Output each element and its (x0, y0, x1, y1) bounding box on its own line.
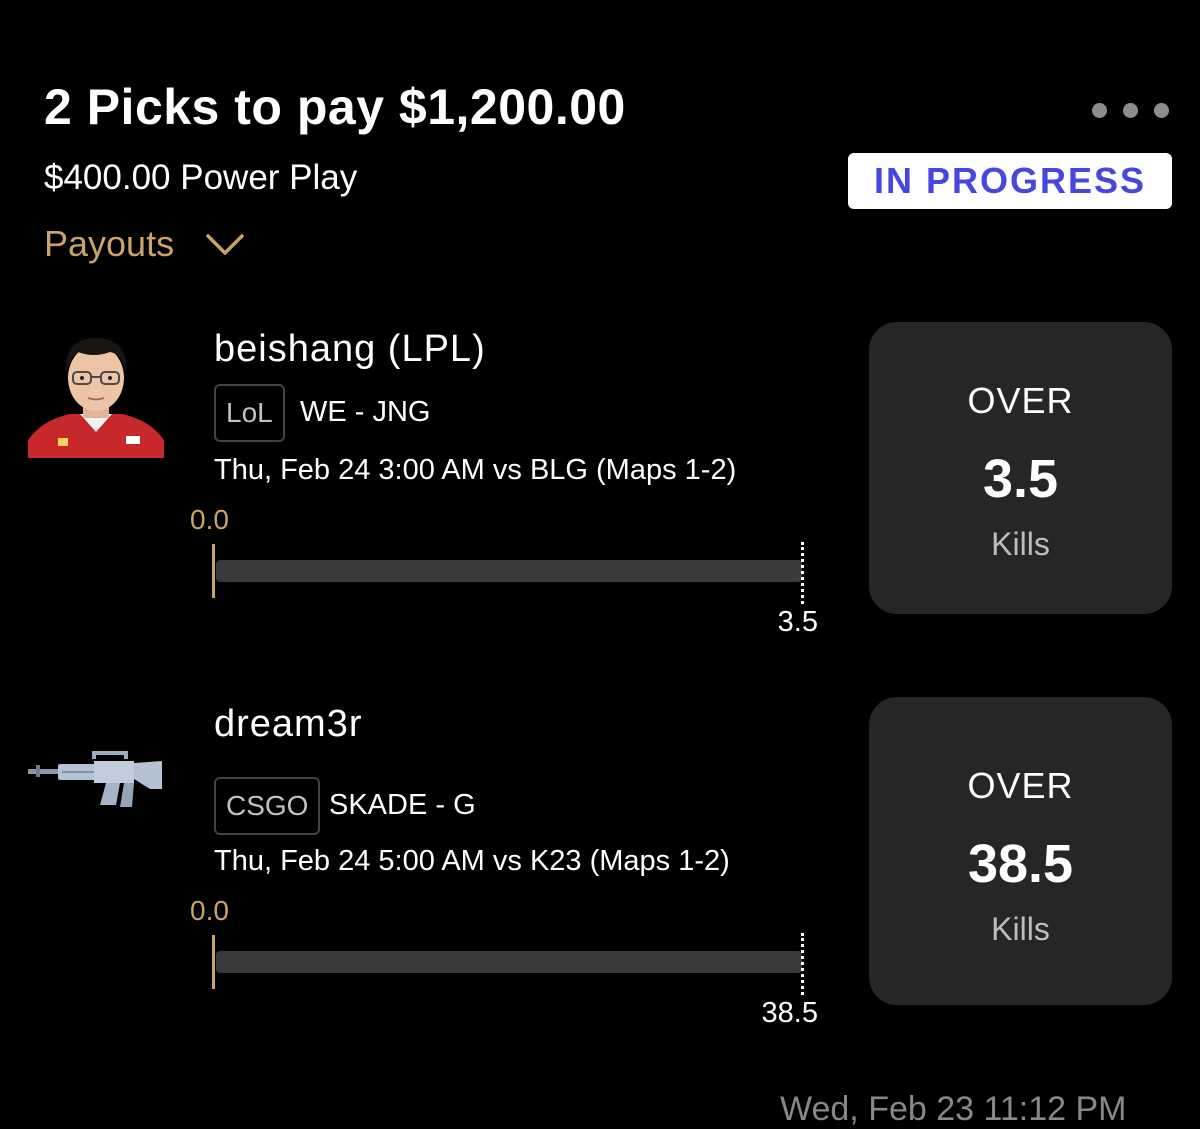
progress-target-value: 38.5 (761, 997, 818, 1029)
progress-track (216, 951, 802, 973)
payouts-label: Payouts (44, 223, 175, 264)
projection-direction: OVER (967, 765, 1074, 806)
projection-card: OVER 38.5 Kills (869, 697, 1172, 1005)
progress-track (216, 560, 802, 582)
entry-subtitle: $400.00 Power Play (44, 158, 358, 197)
match-info: Thu, Feb 24 3:00 AM vs BLG (Maps 1-2) (214, 454, 737, 486)
status-badge: IN PROGRESS (848, 153, 1172, 209)
target-marker (801, 542, 804, 604)
pick-card[interactable]: beishang (LPL) LoL WE - JNG Thu, Feb 24 … (0, 322, 1200, 662)
more-dot-icon (1154, 103, 1169, 118)
projection-stat: Kills (991, 911, 1050, 947)
progress-target-value: 3.5 (777, 606, 818, 638)
more-options-button[interactable] (1086, 100, 1176, 120)
progress-current-value: 0.0 (190, 504, 229, 535)
projection-stat: Kills (991, 526, 1050, 562)
rifle-icon (28, 747, 164, 817)
team-position: WE - JNG (300, 396, 431, 428)
player-name: beishang (LPL) (214, 328, 486, 370)
more-dot-icon (1123, 103, 1138, 118)
payouts-toggle[interactable]: Payouts (44, 218, 246, 270)
projection-line: 38.5 (967, 834, 1074, 894)
player-name: dream3r (214, 703, 363, 745)
game-badge: LoL (214, 384, 285, 442)
projection-line: 3.5 (982, 449, 1059, 509)
entry-title: 2 Picks to pay $1,200.00 (44, 79, 626, 135)
target-marker (801, 933, 804, 995)
projection-card: OVER 3.5 Kills (869, 322, 1172, 614)
player-avatar (28, 328, 164, 458)
team-position: SKADE - G (329, 789, 476, 821)
chevron-down-icon (206, 234, 244, 255)
progress-start-marker (212, 935, 215, 989)
progress-current-value: 0.0 (190, 895, 229, 926)
pick-card[interactable]: dream3r CSGO SKADE - G Thu, Feb 24 5:00 … (0, 697, 1200, 1037)
more-dot-icon (1092, 103, 1107, 118)
entry-timestamp: Wed, Feb 23 11:12 PM (780, 1090, 1127, 1128)
projection-direction: OVER (967, 380, 1074, 421)
progress-start-marker (212, 544, 215, 598)
game-badge: CSGO (214, 777, 321, 835)
match-info: Thu, Feb 24 5:00 AM vs K23 (Maps 1-2) (214, 845, 730, 877)
